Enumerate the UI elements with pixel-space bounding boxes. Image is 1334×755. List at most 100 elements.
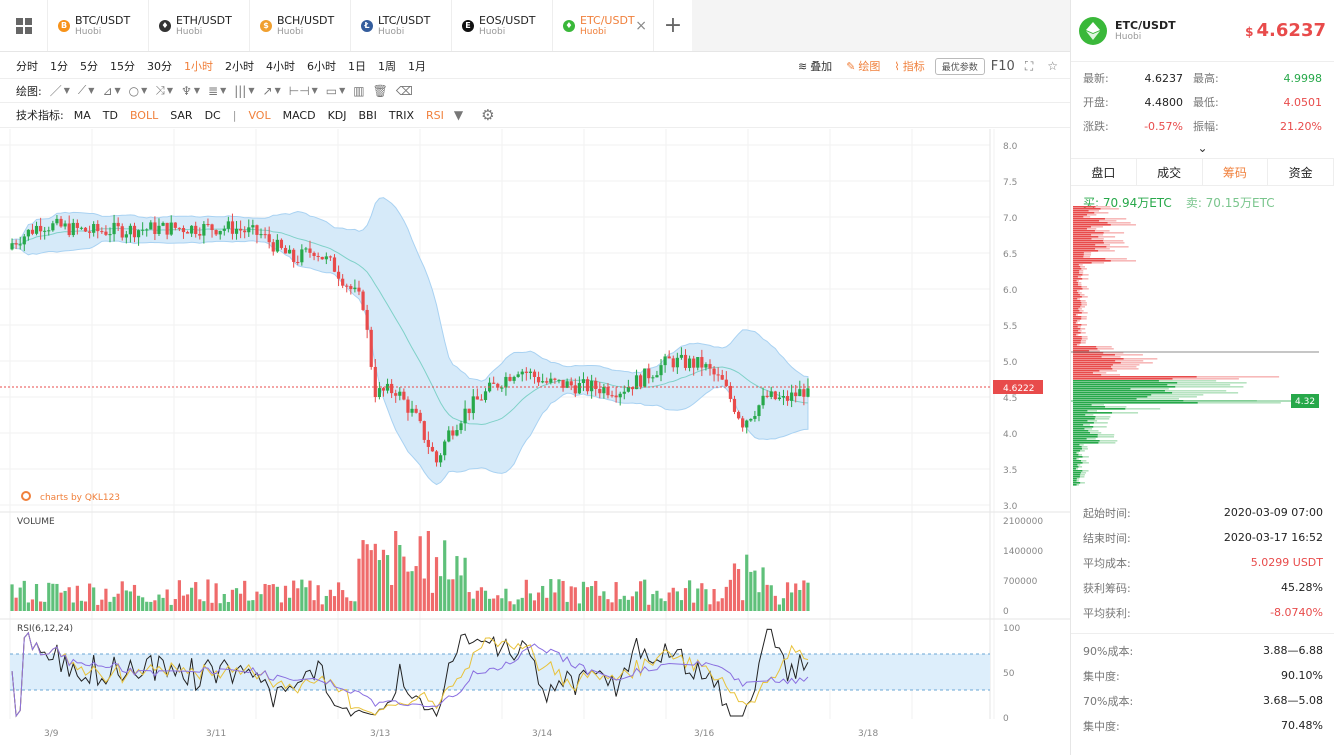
eraser-icon[interactable]: ⌫ <box>392 84 417 98</box>
timeframe-1[interactable]: 1分 <box>44 58 74 74</box>
settings-gear-icon[interactable]: ⚙ <box>477 106 498 124</box>
candle-body <box>500 387 504 389</box>
draw-button[interactable]: ✎ 绘图 <box>842 58 884 74</box>
volume-bar <box>287 597 292 611</box>
chip-summary: 起始时间: 2020-03-09 07:00 结束时间: 2020-03-17 16:… <box>1071 500 1334 738</box>
star-icon[interactable]: ☆ <box>1043 59 1062 73</box>
timeframe-2[interactable]: 5分 <box>74 58 104 74</box>
chip-bar <box>1073 364 1113 366</box>
tab-eth-usdt[interactable]: ♦ ETH/USDT Huobi <box>149 0 250 51</box>
timeframe-8[interactable]: 6小时 <box>301 58 342 74</box>
trash-icon[interactable]: 🗑 <box>369 84 392 98</box>
indicator-rsi[interactable]: RSI <box>420 109 450 122</box>
indicator-boll[interactable]: BOLL <box>124 109 164 122</box>
note-tool-icon[interactable]: ▭ ▼ <box>322 84 350 98</box>
volume-bar <box>214 583 218 611</box>
gann-tool-icon[interactable]: ||| ▼ <box>230 84 258 98</box>
candle-body <box>569 381 573 386</box>
indicator-button[interactable]: ⌇ 指标 <box>890 58 928 74</box>
indicator-td[interactable]: TD <box>97 109 124 122</box>
volume-bar <box>92 587 96 611</box>
chip-bar <box>1073 444 1080 446</box>
chip-bar <box>1073 442 1099 444</box>
overlay-button[interactable]: ≋ 叠加 <box>794 58 836 74</box>
sidebar-tab-3[interactable]: 资金 <box>1268 159 1334 185</box>
volume-bar <box>430 592 435 611</box>
candle-body <box>190 225 194 234</box>
indicator-trix[interactable]: TRIX <box>383 109 420 122</box>
tab-ltc-usdt[interactable]: Ł LTC/USDT Huobi <box>351 0 452 51</box>
arrow-tool-icon[interactable]: ↗ ▼ <box>259 84 285 98</box>
price-tick: 6.0 <box>1003 286 1018 296</box>
timeframe-6[interactable]: 2小时 <box>219 58 260 74</box>
timeframe-9[interactable]: 1日 <box>342 58 372 74</box>
wave-tool-icon[interactable]: ⤨ ▼ <box>151 83 177 98</box>
stat-label: 最低: <box>1193 96 1219 109</box>
tab-etc-usdt[interactable]: ♦ ETC/USDT Huobi × <box>553 0 654 51</box>
fullscreen-icon[interactable]: ⛶ <box>1021 59 1037 74</box>
rsi-label: RSI(6,12,24) <box>17 624 73 634</box>
chip-distribution-chart: 4.32 <box>1071 206 1319 486</box>
indicator-sar[interactable]: SAR <box>164 109 198 122</box>
pattern-tool-icon[interactable]: ♆ ▼ <box>177 84 204 98</box>
grid-menu-icon[interactable] <box>0 0 48 51</box>
sidebar-tab-1[interactable]: 成交 <box>1137 159 1203 185</box>
fib-tool-icon[interactable]: ≣ ▼ <box>204 84 230 98</box>
tab-btc-usdt[interactable]: B BTC/USDT Huobi <box>48 0 149 51</box>
indicator-macd[interactable]: MACD <box>277 109 322 122</box>
f10-button[interactable]: F10 <box>991 59 1015 74</box>
volume-bar <box>292 580 296 611</box>
add-tab-icon[interactable]: + <box>654 0 692 51</box>
measure-tool-icon[interactable]: ⊢⊣ ▼ <box>285 84 322 98</box>
sidebar-tab-2[interactable]: 筹码 <box>1203 159 1269 185</box>
timeframe-5[interactable]: 1小时 <box>178 58 219 74</box>
volume-bar <box>561 580 565 611</box>
volume-bar <box>720 598 724 611</box>
sidebar-tab-0[interactable]: 盘口 <box>1071 159 1137 185</box>
tab-eos-usdt[interactable]: E EOS/USDT Huobi <box>452 0 553 51</box>
indicator-vol[interactable]: VOL <box>242 109 276 122</box>
volume-bar <box>320 604 324 611</box>
indicator-dc[interactable]: DC <box>199 109 227 122</box>
indicator-bbi[interactable]: BBI <box>353 109 383 122</box>
chip-bar <box>1073 250 1099 252</box>
timeframe-7[interactable]: 4小时 <box>260 58 301 74</box>
candle-body <box>761 395 765 406</box>
best-params-button[interactable]: 最优参数 <box>934 57 985 75</box>
volume-bar <box>794 583 798 611</box>
channel-tool-icon[interactable]: ⊿ ▼ <box>98 84 124 98</box>
tab-bch-usdt[interactable]: $ BCH/USDT Huobi <box>250 0 351 51</box>
close-icon[interactable]: × <box>635 18 647 34</box>
timeframe-0[interactable]: 分时 <box>0 58 44 74</box>
timeframe-3[interactable]: 15分 <box>104 58 141 74</box>
candle-body <box>610 395 614 397</box>
volume-bar <box>471 598 475 611</box>
candle-body <box>618 393 622 398</box>
tab-exchange: Huobi <box>75 26 102 37</box>
volume-bar <box>157 594 161 611</box>
circle-tool-icon[interactable]: ○ ▼ <box>125 84 152 98</box>
candle-body <box>728 385 733 399</box>
chip-bar <box>1073 430 1089 432</box>
timeframe-10[interactable]: 1周 <box>372 58 402 74</box>
candle-body <box>439 455 443 463</box>
timeframe-11[interactable]: 1月 <box>402 58 432 74</box>
line-tool-icon[interactable]: ／ ▼ <box>46 82 74 99</box>
chip-bar <box>1073 480 1077 482</box>
indicator-ma[interactable]: MA <box>68 109 97 122</box>
candle-body <box>614 395 618 398</box>
ray-tool-icon[interactable]: ⟋ ▼ <box>74 83 99 98</box>
timeframe-toolbar: 分时 1分 5分 15分 30分 1小时 2小时 4小时 6小时 1日 1周 1月 ≋ 叠加 ✎ 绘图 ⌇… <box>0 53 1070 79</box>
bar-chart-tool-icon[interactable]: ▥ <box>349 84 368 98</box>
candle-body <box>434 451 439 463</box>
volume-bar <box>549 579 553 611</box>
stat-value: 4.9998 <box>1283 71 1323 85</box>
volume-bar <box>479 587 484 611</box>
price-chart[interactable]: 8.0 7.5 7.0 6.5 6.0 5.5 5.0 4.5 4.0 3.5 3.0 4.6222 c… <box>0 129 1070 755</box>
chip-bar <box>1073 278 1083 280</box>
chevron-down-icon[interactable]: ⌄ <box>1071 142 1334 156</box>
candle-body <box>671 358 675 368</box>
caret-down-icon[interactable]: ▼ <box>450 108 467 122</box>
timeframe-4[interactable]: 30分 <box>141 58 178 74</box>
indicator-kdj[interactable]: KDJ <box>322 109 353 122</box>
